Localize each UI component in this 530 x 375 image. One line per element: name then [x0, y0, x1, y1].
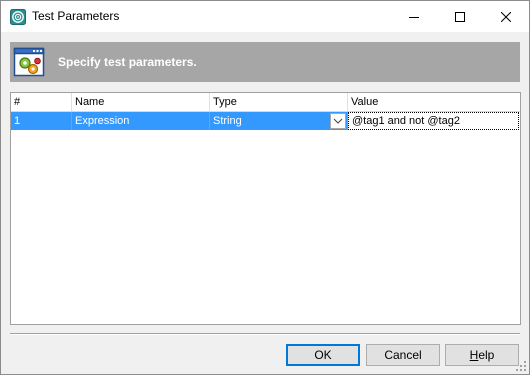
column-header-number[interactable]: #: [11, 93, 72, 111]
minimize-icon: [409, 16, 419, 18]
dialog-window: Test Parameters Specify test parameters.…: [0, 0, 530, 375]
close-button[interactable]: [483, 1, 529, 32]
help-button[interactable]: Help: [445, 344, 519, 366]
ok-button[interactable]: OK: [286, 344, 360, 366]
row-number-cell[interactable]: 1: [11, 112, 72, 130]
cancel-button[interactable]: Cancel: [366, 344, 440, 366]
header-banner: Specify test parameters.: [10, 42, 520, 82]
window-title: Test Parameters: [32, 9, 120, 23]
value-cell-editor[interactable]: @tag1 and not @tag2: [348, 112, 519, 130]
resize-grip-icon[interactable]: [515, 360, 527, 372]
grid-header: # Name Type Value: [11, 93, 520, 112]
type-dropdown-button[interactable]: [330, 113, 346, 129]
column-header-value[interactable]: Value: [348, 93, 520, 111]
help-label-suffix: elp: [478, 348, 495, 362]
title-bar[interactable]: Test Parameters: [1, 1, 529, 32]
gear-target-icon: [10, 9, 26, 25]
column-header-name[interactable]: Name: [72, 93, 210, 111]
window-gears-icon: [13, 46, 45, 78]
minimize-button[interactable]: [391, 1, 437, 32]
type-cell[interactable]: String: [210, 112, 348, 130]
close-icon: [501, 11, 511, 22]
chevron-down-icon: [333, 118, 343, 124]
maximize-button[interactable]: [437, 1, 483, 32]
name-cell[interactable]: Expression: [72, 112, 210, 130]
banner-heading: Specify test parameters.: [58, 55, 197, 69]
table-row[interactable]: 1 Expression String @tag1 and not @tag2: [11, 112, 520, 130]
parameters-grid[interactable]: # Name Type Value 1 Expression String @t…: [10, 92, 521, 325]
type-cell-value: String: [213, 115, 242, 127]
column-header-type[interactable]: Type: [210, 93, 348, 111]
maximize-icon: [455, 11, 465, 22]
divider: [10, 333, 520, 335]
